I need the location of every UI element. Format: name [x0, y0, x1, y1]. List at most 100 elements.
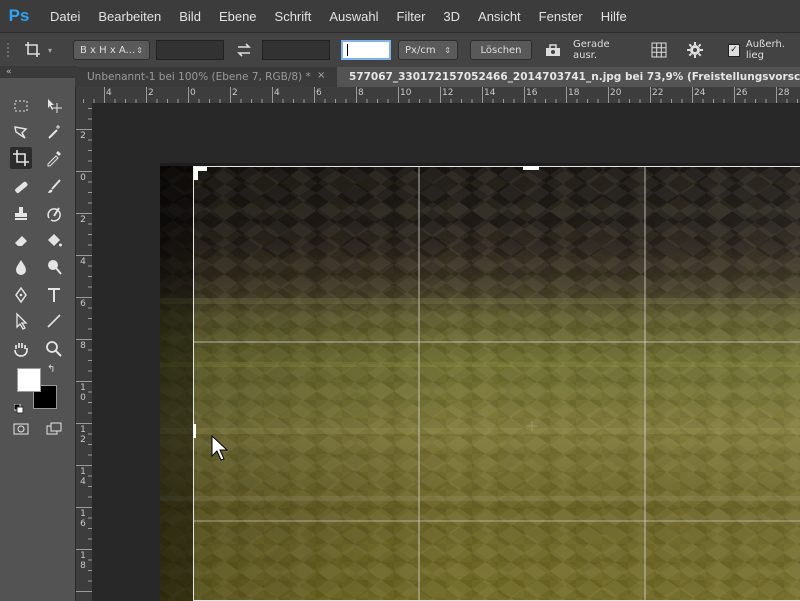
eraser-tool-icon[interactable] [10, 229, 32, 251]
vertical-ruler[interactable]: 2 0 2 4 6 8 1 0 1 2 1 4 1 6 1 8 [76, 103, 93, 601]
width-field[interactable] [156, 40, 224, 60]
ruler-label: 1 2 [80, 425, 86, 445]
ruler-label: 0 [80, 173, 86, 183]
ruler-label: 6 [80, 299, 86, 309]
gear-icon[interactable] [686, 40, 712, 60]
history-brush-icon[interactable] [43, 203, 65, 225]
tools-panel: « ↰ [0, 66, 76, 601]
healing-brush-icon[interactable] [10, 176, 32, 198]
ruler-label: 14 [484, 88, 496, 98]
type-tool-icon[interactable] [43, 284, 65, 306]
ruler-label: 2 [232, 88, 238, 98]
lasso-tool-icon[interactable] [10, 121, 32, 143]
ruler-label: 16 [526, 88, 538, 98]
paint-bucket-icon[interactable] [43, 229, 65, 251]
quick-mask-icon[interactable] [10, 418, 32, 440]
ruler-label: 1 6 [80, 509, 86, 529]
ruler-label: 18 [568, 88, 580, 98]
menu-schrift[interactable]: Schrift [275, 9, 312, 24]
brush-tool-icon[interactable] [43, 176, 65, 198]
menu-bearbeiten[interactable]: Bearbeiten [98, 9, 161, 24]
ruler-ticks [83, 87, 798, 103]
canvas-area[interactable] [92, 103, 800, 601]
menu-filter[interactable]: Filter [397, 9, 426, 24]
clone-stamp-icon[interactable] [10, 203, 32, 225]
tab-active-document[interactable]: 577067_330172157052466_2014703741_n.jpg … [337, 67, 800, 87]
swap-icon[interactable] [234, 40, 254, 60]
document-image[interactable] [160, 166, 800, 601]
pen-tool-icon[interactable] [10, 284, 32, 306]
overlay-grid-icon[interactable] [650, 40, 676, 60]
straighten-label[interactable]: Gerade ausr. [573, 39, 635, 61]
menu-datei[interactable]: Datei [50, 9, 80, 24]
ratio-dropdown[interactable]: B x H x A... ⇕ [73, 40, 150, 60]
zoom-tool-icon[interactable] [43, 338, 65, 360]
foreground-color-swatch[interactable] [17, 368, 41, 392]
default-colors-icon[interactable] [13, 399, 24, 414]
swap-colors-icon[interactable]: ↰ [47, 364, 55, 375]
line-tool-icon[interactable] [43, 310, 65, 332]
close-icon[interactable]: × [317, 70, 325, 81]
document-tab-bar: Unbenannt-1 bei 100% (Ebene 7, RGB/8) * … [75, 67, 800, 87]
resolution-field[interactable] [341, 40, 391, 60]
unit-label: Px/cm [405, 44, 436, 56]
ruler-label: 2 [148, 88, 154, 98]
ruler-label: 24 [694, 88, 706, 98]
menu-hilfe[interactable]: Hilfe [601, 9, 627, 24]
ruler-label: 4 [106, 88, 112, 98]
crop-icon [25, 42, 40, 57]
straighten-icon[interactable] [543, 40, 565, 60]
horizontal-ruler[interactable]: 4 2 0 2 4 6 8 10 12 14 16 18 20 22 24 26 28 [76, 87, 800, 104]
options-bar: ▾ B x H x A... ⇕ Px/cm ⇕ Löschen Gerade … [0, 32, 800, 68]
ruler-label: 2 [80, 131, 86, 141]
dodge-tool-icon[interactable] [43, 256, 65, 278]
move-tool-icon[interactable] [43, 95, 65, 117]
ratio-label: B x H x A... [80, 44, 136, 56]
ruler-label: 1 0 [80, 383, 86, 403]
tab-title: 577067_330172157052466_2014703741_n.jpg … [349, 71, 800, 83]
outside-label: Außerh. lieg [745, 39, 785, 61]
updown-icon: ⇕ [444, 45, 451, 55]
ruler-label: 1 8 [80, 551, 86, 571]
checkbox-checked-icon[interactable]: ✓ [728, 43, 740, 57]
crop-tool-preset[interactable]: ▾ [24, 40, 64, 60]
tab-unbenannt[interactable]: Unbenannt-1 bei 100% (Ebene 7, RGB/8) * [75, 67, 337, 87]
ruler-label: 20 [610, 88, 622, 98]
blur-tool-icon[interactable] [10, 256, 32, 278]
menu-3d[interactable]: 3D [443, 9, 460, 24]
updown-icon: ⇕ [136, 45, 143, 55]
menu-bild[interactable]: Bild [179, 9, 201, 24]
grip-icon [7, 43, 9, 57]
unit-dropdown[interactable]: Px/cm ⇕ [398, 40, 458, 60]
menu-auswahl[interactable]: Auswahl [329, 9, 378, 24]
ruler-label: 22 [652, 88, 664, 98]
menu-ebene[interactable]: Ebene [219, 9, 257, 24]
menu-fenster[interactable]: Fenster [539, 9, 583, 24]
ruler-label: 2 [80, 215, 86, 225]
tab-title: Unbenannt-1 bei 100% (Ebene 7, RGB/8) * [87, 71, 311, 83]
eyedropper-icon[interactable] [43, 147, 65, 169]
crop-tool-icon[interactable] [10, 147, 32, 169]
ruler-label: 10 [400, 88, 412, 98]
ruler-label: 1 4 [80, 467, 86, 487]
photoshop-logo: Ps [8, 6, 30, 25]
screen-mode-icon[interactable] [43, 418, 65, 440]
ruler-label: 12 [442, 88, 454, 98]
ruler-label: 8 [358, 88, 364, 98]
menu-ansicht[interactable]: Ansicht [478, 9, 521, 24]
hand-tool-icon[interactable] [10, 338, 32, 360]
text-caret [347, 44, 348, 56]
collapse-panel-icon[interactable]: « [0, 66, 75, 78]
ruler-label: 0 [190, 88, 196, 98]
clear-button[interactable]: Löschen [470, 40, 532, 60]
ruler-label: 4 [80, 257, 86, 267]
grip-handle [6, 40, 20, 60]
delete-cropped-option[interactable]: ✓ Außerh. lieg [728, 39, 800, 61]
path-selection-icon[interactable] [10, 310, 32, 332]
magic-wand-icon[interactable] [43, 121, 65, 143]
ruler-label: 28 [778, 88, 790, 98]
chevron-down-icon: ▾ [48, 45, 53, 55]
ruler-label: 8 [80, 341, 86, 351]
marquee-tool-icon[interactable] [10, 95, 32, 117]
height-field[interactable] [262, 40, 330, 60]
